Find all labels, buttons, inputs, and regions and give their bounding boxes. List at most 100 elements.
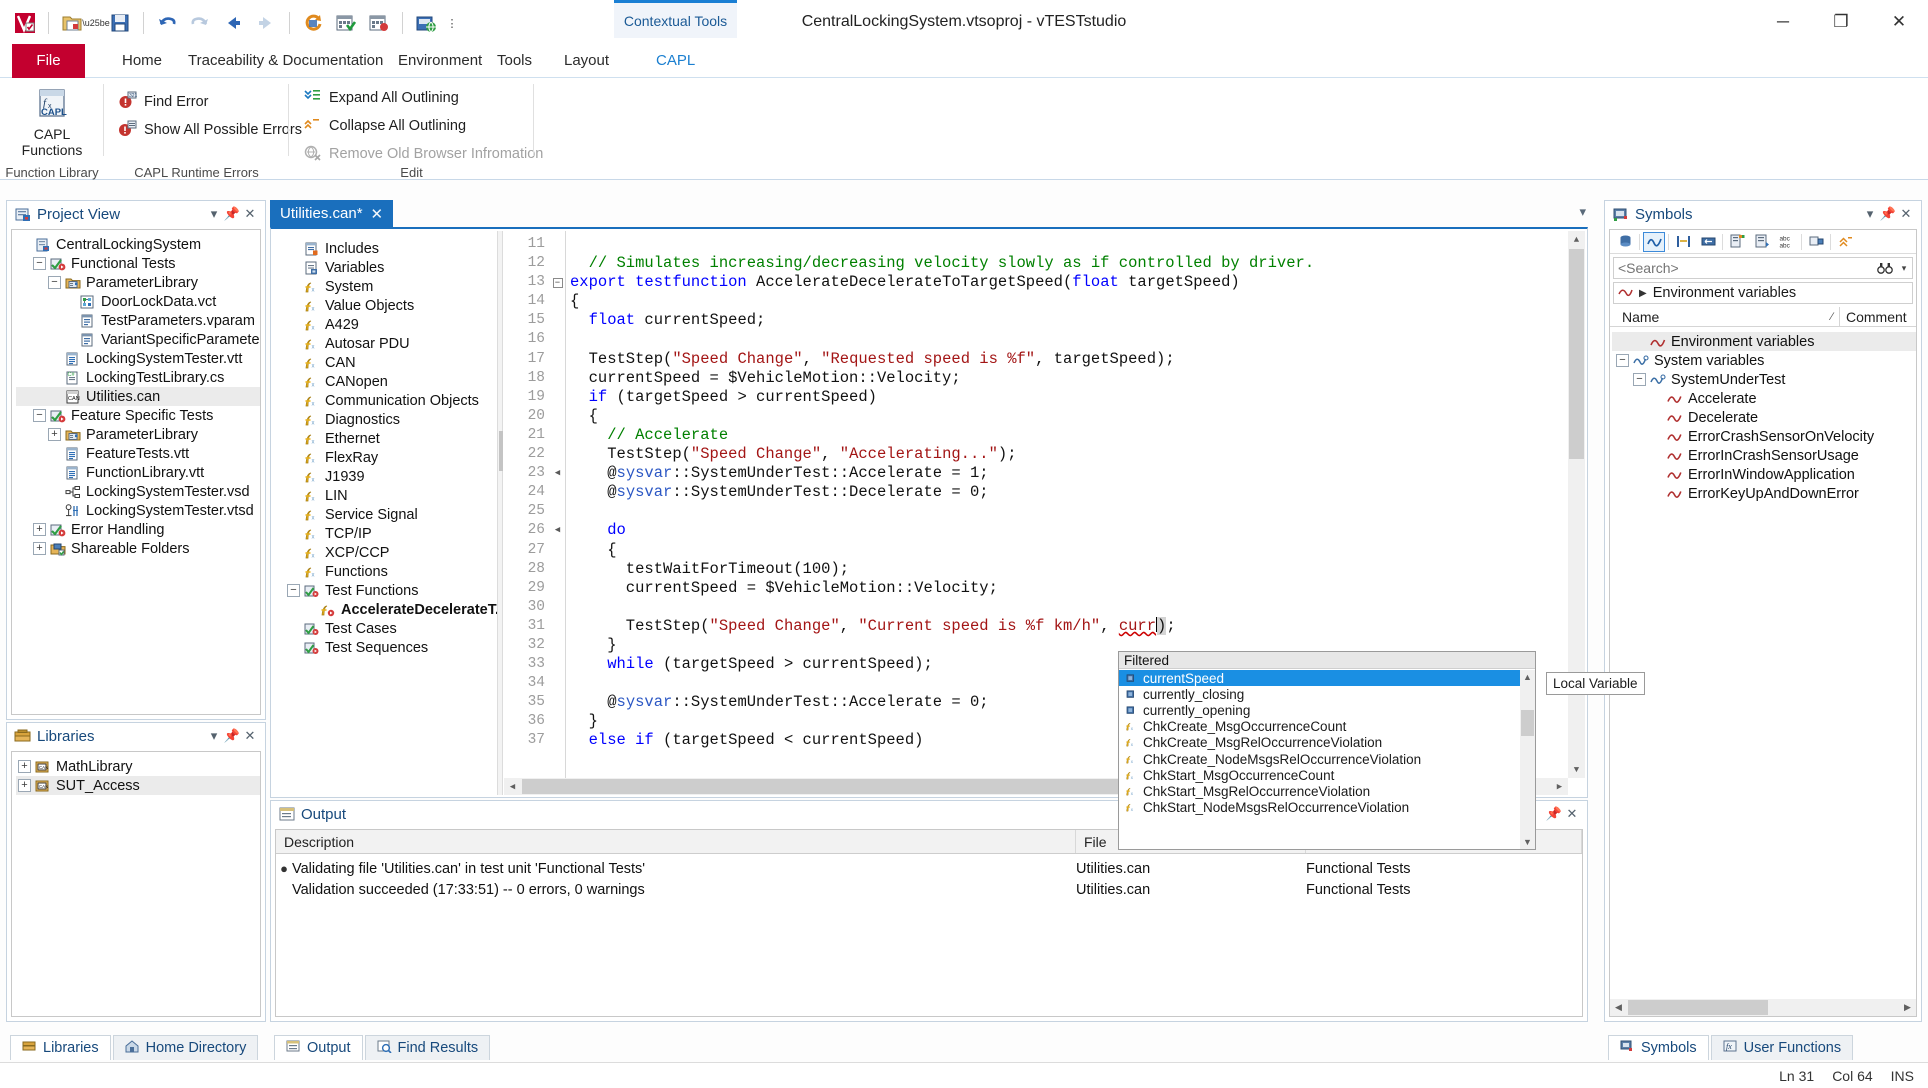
export-icon[interactable] [411, 8, 441, 38]
sym-scroll-left-icon[interactable]: ◀ [1610, 999, 1627, 1016]
project-view-close-icon[interactable]: ✕ [241, 205, 259, 223]
editor-tab-overflow-icon[interactable]: ▾ [1579, 204, 1586, 220]
outlining-column[interactable]: − ◀ ◀ [550, 231, 565, 795]
output-col-description[interactable]: Description [276, 830, 1076, 853]
capl-tree-item[interactable]: x XCP/CCP [281, 543, 497, 562]
ac-scroll-up-icon[interactable]: ▲ [1520, 670, 1535, 684]
autocomplete-item[interactable]: x ChkStart_NodeMsgsRelOccurrenceViolation [1119, 800, 1520, 816]
open-dropdown-icon[interactable]: \u25be [82, 8, 110, 38]
tree-item[interactable]: CentralLockingSystem [16, 235, 260, 254]
capl-tree-item[interactable]: Test Cases [281, 619, 497, 638]
code-line[interactable]: { [570, 407, 1585, 426]
scroll-right-icon[interactable]: ▶ [1551, 778, 1568, 795]
autocomplete-item[interactable]: x ChkCreate_MsgOccurrenceCount [1119, 719, 1520, 735]
forward-icon[interactable] [251, 8, 281, 38]
tree-item[interactable]: TestParameters.vparam [16, 311, 260, 330]
scroll-up-icon[interactable]: ▲ [1568, 231, 1585, 248]
code-line[interactable]: do [570, 521, 1585, 540]
bottom-tab-user-functions[interactable]: fx User Functions [1710, 1035, 1854, 1060]
signal-icon[interactable] [1672, 232, 1694, 252]
tree-expander[interactable]: + [33, 542, 46, 555]
tree-expander[interactable]: − [33, 257, 46, 270]
symbols-close-icon[interactable]: ✕ [1897, 205, 1915, 223]
symbols-col-name[interactable]: Name ∕ [1610, 307, 1840, 326]
code-line[interactable]: export testfunction AccelerateDecelerate… [570, 273, 1585, 292]
tab-tools[interactable]: Tools [481, 44, 548, 78]
symbols-menu-icon[interactable]: ▾ [1861, 205, 1879, 223]
close-button[interactable]: ✕ [1870, 0, 1928, 44]
ac-scroll-thumb[interactable] [1521, 710, 1534, 736]
tree-expander[interactable]: − [48, 276, 61, 289]
code-line[interactable]: currentSpeed = $VehicleMotion::Velocity; [570, 579, 1585, 598]
tree-item[interactable]: FeatureTests.vtt [16, 444, 260, 463]
tab-home[interactable]: Home [106, 44, 178, 78]
tree-expander[interactable]: − [1633, 373, 1646, 386]
libraries-close-icon[interactable]: ✕ [241, 727, 259, 745]
tree-item[interactable]: ErrorCrashSensorOnVelocity [1612, 427, 1916, 446]
tree-item[interactable]: LockingSystemTester.vtsd [16, 501, 260, 520]
autocomplete-item[interactable]: currently_opening [1119, 702, 1520, 718]
code-line[interactable]: TestStep("Speed Change", "Accelerating..… [570, 445, 1585, 464]
tree-item[interactable]: LockingSystemTester.vtt [16, 349, 260, 368]
refresh-icon[interactable] [298, 8, 328, 38]
capl-tree-item[interactable]: x TCP/IP [281, 524, 497, 543]
capl-tree-item[interactable]: − Test Functions [281, 581, 497, 600]
tree-item[interactable]: ErrorInCrashSensorUsage [1612, 446, 1916, 465]
output-row[interactable]: ● Validating file 'Utilities.can' in test… [276, 858, 1582, 879]
tree-expander[interactable]: − [33, 409, 46, 422]
tree-item[interactable]: Decelerate [1612, 408, 1916, 427]
tab-layout[interactable]: Layout [548, 44, 625, 78]
customize-qat-icon[interactable]: ⋮ [444, 8, 460, 38]
tree-item[interactable]: DoorLockData.vct [16, 292, 260, 311]
tree-item[interactable]: ErrorInWindowApplication [1612, 465, 1916, 484]
tree-item[interactable]: + CAN SUT_Access [16, 776, 260, 795]
save-icon[interactable] [105, 8, 135, 38]
tree-item[interactable]: − Feature Specific Tests [16, 406, 260, 425]
editor-tab-close-icon[interactable]: ✕ [371, 205, 384, 223]
capl-tree-item[interactable]: Includes [281, 239, 497, 258]
find-error-button[interactable]: 321 Find Error [112, 88, 289, 116]
project-view-menu-icon[interactable]: ▾ [205, 205, 223, 223]
symbols-filter-row[interactable]: ▶ Environment variables [1613, 282, 1913, 304]
build-all-icon[interactable] [331, 8, 361, 38]
bottom-tab-home-directory[interactable]: Home Directory [112, 1035, 259, 1060]
search-options-chevron-icon[interactable]: ▾ [1896, 263, 1912, 274]
autocomplete-list[interactable]: currentSpeed currently_closing currently_o… [1119, 670, 1520, 849]
autocomplete-item[interactable]: x ChkCreate_MsgRelOccurrenceViolation [1119, 735, 1520, 751]
redo-icon[interactable] [185, 8, 215, 38]
code-line[interactable]: currentSpeed = $VehicleMotion::Velocity; [570, 369, 1585, 388]
bottom-tab-output[interactable]: Output [274, 1035, 363, 1060]
tab-file[interactable]: File [12, 44, 85, 78]
capl-tree-item[interactable]: x Ethernet [281, 429, 497, 448]
code-line[interactable]: testWaitForTimeout(100); [570, 560, 1585, 579]
capl-tree-item[interactable]: AccelerateDecelerateT... [281, 600, 497, 619]
expand-all-outlining-button[interactable]: Expand All Outlining [297, 84, 534, 112]
scroll-down-icon[interactable]: ▼ [1568, 761, 1585, 778]
message-icon[interactable] [1697, 232, 1719, 252]
symbols-pin-icon[interactable]: 📌 [1879, 205, 1897, 223]
tree-expander[interactable]: + [18, 779, 31, 792]
capl-tree-item[interactable]: x Autosar PDU [281, 334, 497, 353]
code-line[interactable]: float currentSpeed; [570, 311, 1585, 330]
tree-item[interactable]: FunctionLibrary.vtt [16, 463, 260, 482]
capl-tree-item[interactable]: x Service Signal [281, 505, 497, 524]
bottom-tab-symbols[interactable]: Symbols [1608, 1035, 1709, 1060]
collapse-all-outlining-button[interactable]: Collapse All Outlining [297, 112, 534, 140]
maximize-button[interactable]: ❐ [1812, 0, 1870, 44]
tree-item[interactable]: + ParameterLibrary [16, 425, 260, 444]
tree-item[interactable]: VariantSpecificParameter... [16, 330, 260, 349]
code-line[interactable]: { [570, 541, 1585, 560]
code-line[interactable] [570, 598, 1585, 617]
capl-tree-item[interactable]: x A429 [281, 315, 497, 334]
show-all-possible-errors-button[interactable]: Show All Possible Errors [112, 116, 302, 144]
undo-icon[interactable] [152, 8, 182, 38]
symbols-search-input[interactable] [1614, 259, 1874, 277]
tab-traceability[interactable]: Traceability & Documentation [172, 44, 399, 78]
app-logo-icon[interactable] [10, 8, 40, 38]
output-pin-icon[interactable]: 📌 [1545, 805, 1563, 823]
code-line[interactable]: TestStep("Speed Change", "Current speed … [570, 616, 1585, 636]
code-line[interactable]: { [570, 292, 1585, 311]
capl-tree-item[interactable]: x FlexRay [281, 448, 497, 467]
capl-tree-item[interactable]: x Communication Objects [281, 391, 497, 410]
autocomplete-item[interactable]: x ChkCreate_NodeMsgsRelOccurrenceViolatio… [1119, 751, 1520, 767]
